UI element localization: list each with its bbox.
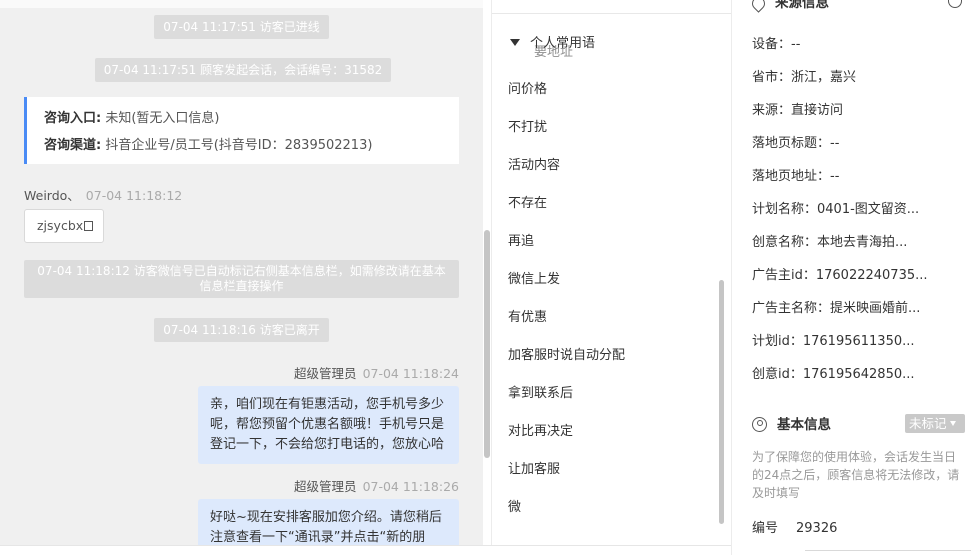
agent-sender-1: 超级管理员 07-04 11:18:24 bbox=[294, 363, 459, 382]
visitor-time: 07-04 11:18:12 bbox=[85, 188, 183, 203]
phrase-item[interactable]: 拿到联系后 bbox=[508, 382, 573, 401]
source-field-device: 设备：-- bbox=[752, 37, 801, 52]
consult-entry-row: 咨询入口: 未知(暂无入口信息) bbox=[44, 105, 459, 132]
source-field-landing-title: 落地页标题：-- bbox=[752, 136, 840, 151]
source-field-landing-url: 落地页地址：-- bbox=[752, 169, 840, 184]
phrase-item[interactable]: 有优惠 bbox=[508, 306, 547, 325]
phrases-scrollbar[interactable] bbox=[719, 280, 724, 524]
customer-info-panel: 来源信息 设备：-- 省市：浙江，嘉兴 来源：直接访问 落地页标题：-- 落地页… bbox=[731, 0, 975, 555]
customer-number-value[interactable]: 29326 bbox=[796, 521, 837, 536]
user-icon bbox=[752, 416, 767, 432]
source-info-title: 来源信息 bbox=[775, 0, 829, 11]
source-field-creative-name: 创意名称：本地去青海拍... bbox=[752, 235, 908, 250]
source-field-advertiser-name: 广告主名称：提米映画婚前... bbox=[752, 301, 921, 316]
customer-number-underline bbox=[805, 550, 971, 551]
phrase-item[interactable]: 活动内容 bbox=[508, 154, 560, 173]
source-field-source: 来源：直接访问 bbox=[752, 103, 844, 118]
source-field-creative-id: 创意id：176195642850... bbox=[752, 367, 915, 382]
mark-status-label: 未标记 bbox=[909, 416, 947, 431]
agent-name: 超级管理员 bbox=[294, 366, 357, 381]
system-message-auto-tag: 07-04 11:18:12 访客微信号已自动标记右侧基本信息栏，如需修改请在基… bbox=[24, 260, 459, 298]
consult-entry-value: 未知(暂无入口信息) bbox=[105, 111, 220, 126]
workspace: 07-04 11:17:51 访客已进线 07-04 11:17:51 顾客发起… bbox=[0, 0, 975, 555]
source-field-advertiser-id: 广告主id：176022240735... bbox=[752, 268, 928, 283]
phrases-group-title: 个人常用语 bbox=[530, 36, 596, 51]
customer-number-row: 编号 29326 bbox=[752, 517, 837, 536]
divider bbox=[492, 13, 732, 14]
system-message-session-start: 07-04 11:17:51 顾客发起会话，会话编号：31582 bbox=[95, 58, 391, 82]
agent-message-bubble[interactable]: 好哒~现在安排客服加您介绍。请您稍后注意查看一下“通讯录”并点击“新的朋 bbox=[198, 499, 459, 545]
bottom-edge bbox=[0, 545, 731, 555]
caret-down-icon bbox=[510, 39, 520, 46]
source-field-plan-id: 计划id：176195611350... bbox=[752, 334, 915, 349]
phrase-item[interactable]: 不存在 bbox=[508, 192, 547, 211]
source-field-plan-name: 计划名称：0401-图文留资... bbox=[752, 202, 920, 217]
visitor-sender: Weirdo、 07-04 11:18:12 bbox=[24, 185, 182, 204]
common-phrases-panel: 要地址 个人常用语 问价格 不打扰 活动内容 不存在 再追 微信上发 有优惠 加… bbox=[491, 0, 732, 545]
basic-info-header: 基本信息 bbox=[752, 413, 831, 433]
visitor-name: Weirdo、 bbox=[24, 188, 80, 203]
consult-channel-label: 咨询渠道: bbox=[44, 138, 102, 153]
chat-top-strip bbox=[0, 0, 483, 8]
agent-time: 07-04 11:18:26 bbox=[362, 479, 459, 494]
phrase-item[interactable]: 再追 bbox=[508, 230, 534, 249]
phrase-item[interactable]: 不打扰 bbox=[508, 116, 547, 135]
mark-status-dropdown[interactable]: 未标记 bbox=[905, 414, 965, 433]
location-pin-icon bbox=[749, 0, 768, 13]
agent-sender-2: 超级管理员 07-04 11:18:26 bbox=[294, 476, 459, 495]
agent-time: 07-04 11:18:24 bbox=[362, 366, 459, 381]
agent-message-bubble[interactable]: 亲，咱们现在有钜惠活动，您手机号多少呢，帮您预留个优惠名额哦！手机号只是登记一下… bbox=[198, 386, 459, 464]
phrase-item[interactable]: 让加客服 bbox=[508, 458, 560, 477]
visitor-message-text: zjsycbx bbox=[37, 218, 84, 233]
phrase-item[interactable]: 加客服时说自动分配 bbox=[508, 344, 625, 363]
phrase-item[interactable]: 微 bbox=[508, 496, 521, 515]
source-info-header: 来源信息 bbox=[749, 0, 829, 13]
source-field-region: 省市：浙江，嘉兴 bbox=[752, 70, 857, 85]
shield-icon[interactable] bbox=[948, 0, 962, 8]
consult-channel-value: 抖音企业号/员工号(抖音号ID：2839502213) bbox=[105, 138, 373, 153]
consult-info-card: 咨询入口: 未知(暂无入口信息) 咨询渠道: 抖音企业号/员工号(抖音号ID：2… bbox=[24, 97, 459, 164]
consult-channel-row: 咨询渠道: 抖音企业号/员工号(抖音号ID：2839502213) bbox=[44, 132, 459, 159]
chat-panel: 07-04 11:17:51 访客已进线 07-04 11:17:51 顾客发起… bbox=[0, 0, 483, 545]
phrase-item[interactable]: 问价格 bbox=[508, 78, 547, 97]
basic-info-title: 基本信息 bbox=[777, 417, 831, 433]
chat-scrollbar[interactable] bbox=[484, 230, 490, 458]
copy-icon[interactable] bbox=[84, 221, 94, 231]
system-message-left: 07-04 11:18:16 访客已离开 bbox=[154, 318, 329, 342]
phrases-group-header[interactable]: 个人常用语 bbox=[510, 32, 595, 51]
agent-name: 超级管理员 bbox=[294, 479, 357, 494]
consult-entry-label: 咨询入口: bbox=[44, 111, 102, 126]
customer-number-label: 编号 bbox=[752, 521, 779, 536]
edit-deadline-note: 为了保障您的使用体验，会话发生当日的24点之后，顾客信息将无法修改，请及时填写 bbox=[752, 450, 960, 500]
phrase-item[interactable]: 微信上发 bbox=[508, 268, 560, 287]
phrase-item[interactable]: 对比再决定 bbox=[508, 420, 573, 439]
system-message-entered: 07-04 11:17:51 访客已进线 bbox=[154, 15, 329, 39]
chevron-down-icon bbox=[949, 421, 956, 426]
visitor-message-bubble[interactable]: zjsycbx bbox=[24, 209, 104, 243]
